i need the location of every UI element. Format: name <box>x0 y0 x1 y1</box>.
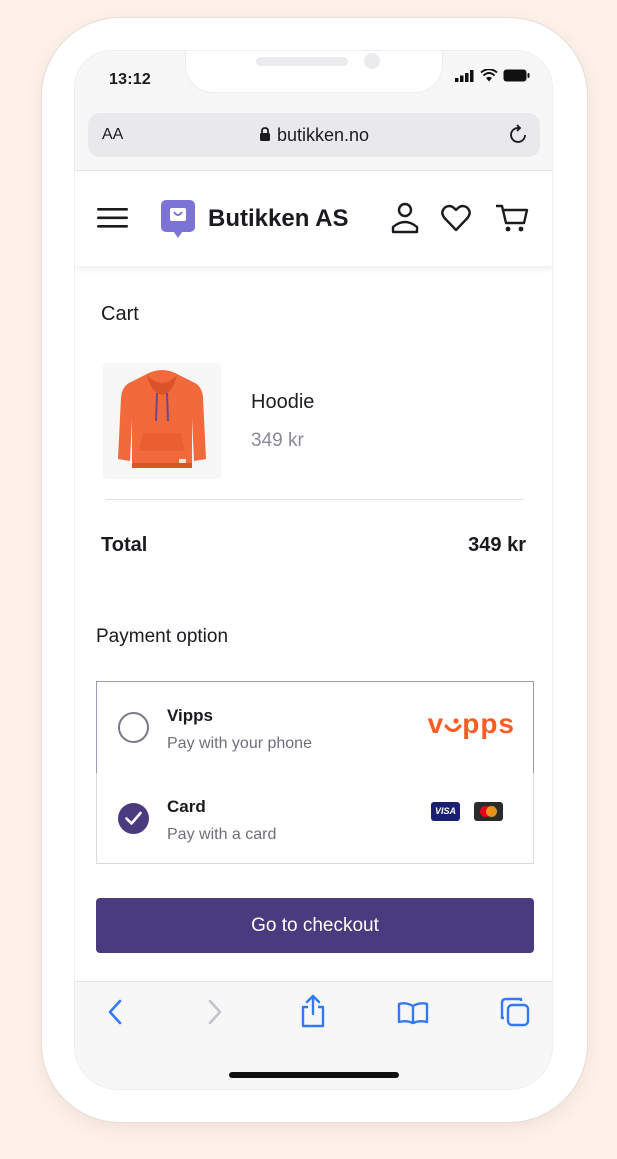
back-icon[interactable] <box>107 998 123 1026</box>
card-radio[interactable] <box>118 803 149 834</box>
system-icons <box>455 69 530 82</box>
tabs-icon[interactable] <box>499 996 531 1028</box>
payment-option-card[interactable]: Card Pay with a card VISA <box>96 773 534 864</box>
divider <box>106 499 524 500</box>
status-time: 13:12 <box>109 71 151 88</box>
camera <box>364 53 380 69</box>
battery-icon <box>503 69 530 82</box>
wifi-icon <box>480 69 498 82</box>
vipps-logo: v pps <box>427 708 515 739</box>
checkmark-icon <box>125 811 142 825</box>
share-icon[interactable] <box>299 994 327 1028</box>
hoodie-image <box>118 370 206 468</box>
payment-title: Payment option <box>96 626 229 647</box>
brand-logo-icon[interactable] <box>161 200 195 240</box>
status-bar: 13:12 <box>75 51 552 109</box>
product-image[interactable] <box>103 363 221 479</box>
menu-icon[interactable] <box>97 207 129 229</box>
heart-icon[interactable] <box>441 204 471 232</box>
forward-icon[interactable] <box>207 998 223 1026</box>
browser-address-area: AA butikken.no <box>75 109 552 171</box>
home-indicator <box>229 1072 399 1078</box>
browser-toolbar <box>75 981 552 1089</box>
url-display[interactable]: butikken.no <box>88 125 540 146</box>
site-header: Butikken AS <box>75 172 552 266</box>
vipps-smile-icon <box>444 718 462 733</box>
signal-icon <box>455 69 474 82</box>
vipps-option-description: Pay with your phone <box>167 735 312 752</box>
address-bar[interactable]: AA butikken.no <box>88 113 540 157</box>
card-option-description: Pay with a card <box>167 826 277 843</box>
reload-icon[interactable] <box>508 123 530 147</box>
brand-name[interactable]: Butikken AS <box>208 205 348 233</box>
product-price: 349 kr <box>251 430 304 451</box>
user-icon[interactable] <box>389 202 421 234</box>
cart-title: Cart <box>101 303 139 325</box>
payment-option-vipps[interactable]: Vipps Pay with your phone v pps <box>96 681 534 774</box>
bookmarks-icon[interactable] <box>397 1001 429 1025</box>
speaker <box>256 57 348 66</box>
mastercard-logo <box>474 802 503 821</box>
cart-icon[interactable] <box>495 202 529 234</box>
notch <box>185 51 443 93</box>
phone-screen: 13:12 AA butikken.no Butikken AS Cart Ho… <box>74 50 553 1090</box>
total-value: 349 kr <box>468 534 526 556</box>
vipps-option-name: Vipps <box>167 706 213 725</box>
card-option-name: Card <box>167 797 206 816</box>
checkout-button[interactable]: Go to checkout <box>96 898 534 953</box>
url-text: butikken.no <box>276 125 370 145</box>
total-label: Total <box>101 534 148 556</box>
visa-logo: VISA <box>431 802 460 821</box>
vipps-radio[interactable] <box>118 712 149 743</box>
product-name[interactable]: Hoodie <box>251 391 314 414</box>
lock-icon <box>259 127 270 141</box>
